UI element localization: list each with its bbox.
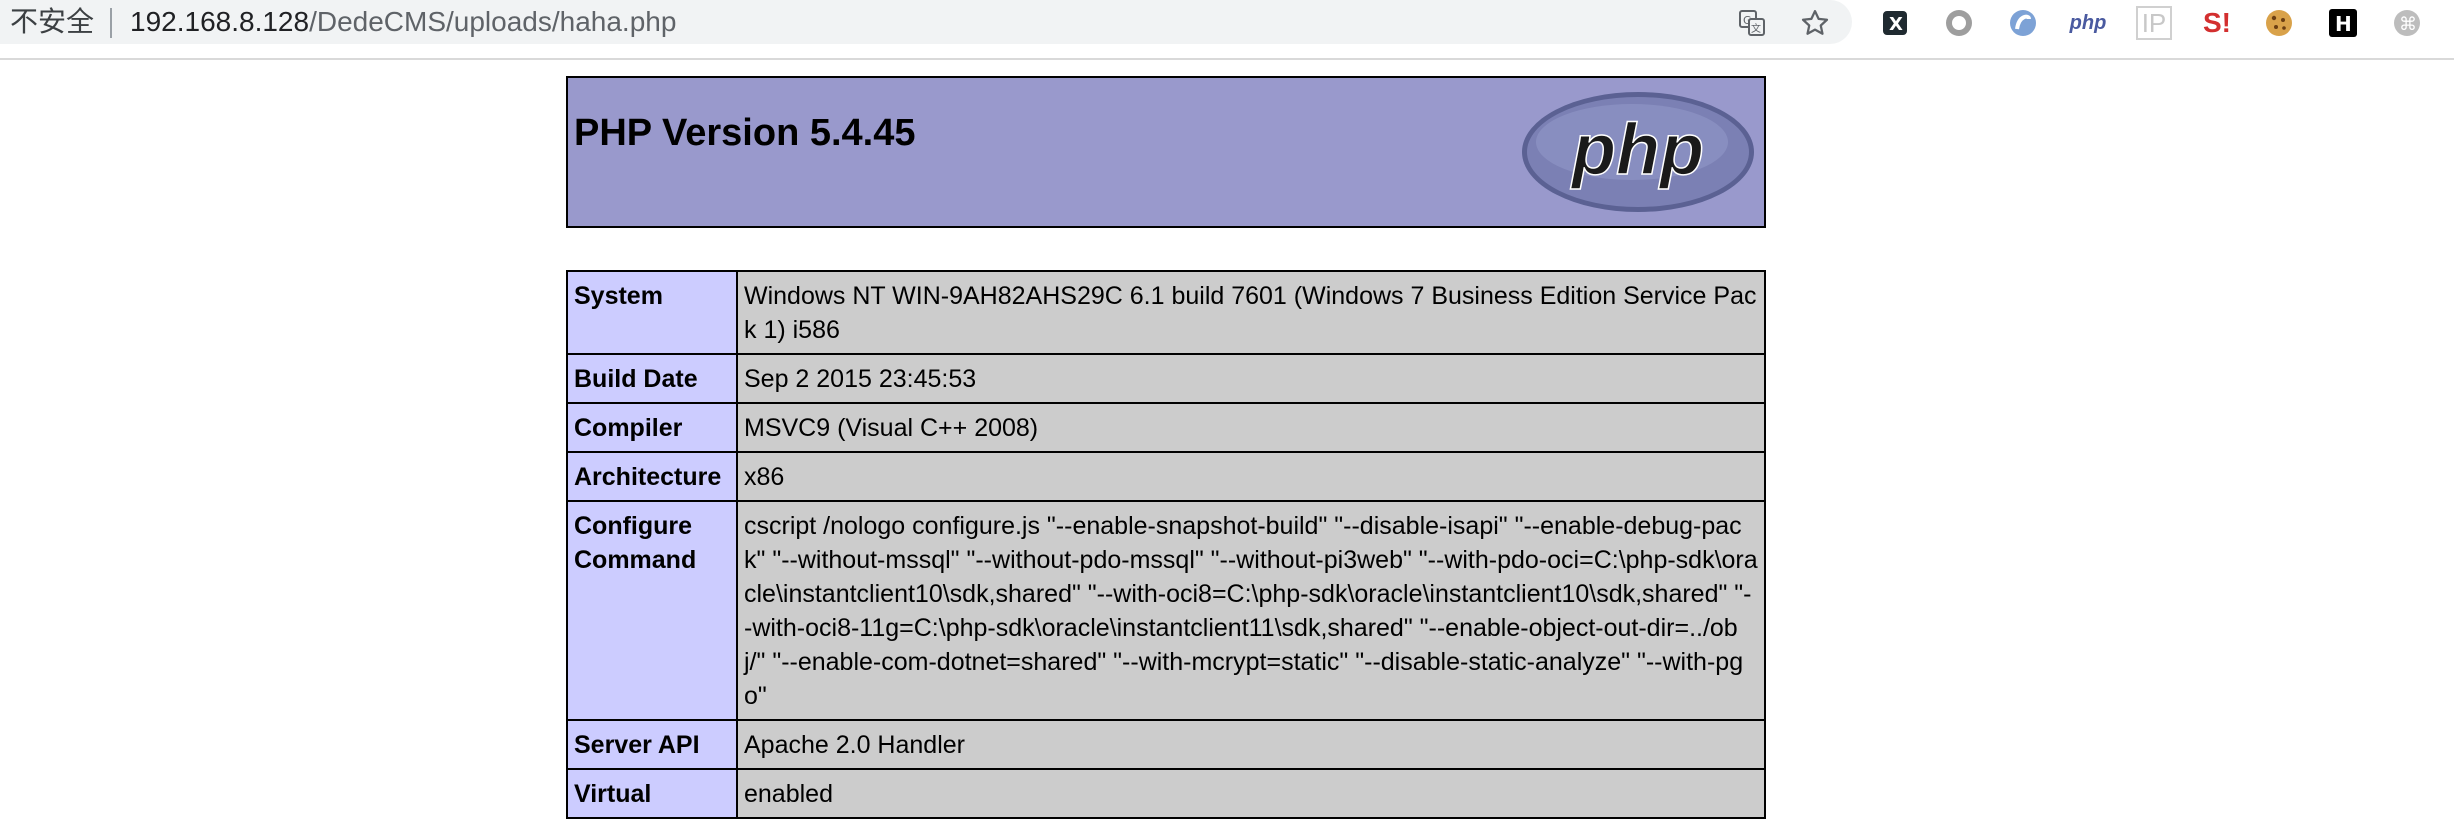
url-path: /DedeCMS/uploads/haha.php [309,6,677,37]
bookmark-star-icon[interactable] [1798,6,1832,40]
table-row: System Windows NT WIN-9AH82AHS29C 6.1 bui… [566,270,1766,355]
table-row: Compiler MSVC9 (Visual C++ 2008) [566,402,1766,453]
row-value: Windows NT WIN-9AH82AHS29C 6.1 build 760… [736,270,1766,355]
row-value: Apache 2.0 Handler [736,719,1766,770]
url-host: 192.168.8.128 [130,6,310,37]
table-row: Server API Apache 2.0 Handler [566,719,1766,770]
url-text[interactable]: 192.168.8.128/DedeCMS/uploads/haha.php [130,5,676,39]
table-row: Build Date Sep 2 2015 23:45:53 [566,353,1766,404]
php-logo[interactable]: php [1520,90,1756,214]
svg-text:X: X [1889,14,1903,35]
row-value: enabled [736,768,1766,819]
php-extension-icon[interactable]: php [2068,6,2108,40]
h-extension-icon[interactable]: H [2326,6,2360,40]
row-label: Server API [566,719,738,770]
ip-extension-icon[interactable]: IP [2136,6,2172,40]
row-label: Configure Command [566,500,738,721]
x-extension-icon[interactable]: X [1878,6,1912,40]
row-value: MSVC9 (Visual C++ 2008) [736,402,1766,453]
row-label: Compiler [566,402,738,453]
php-logo-text: php [1570,110,1704,190]
row-label: Architecture [566,451,738,502]
row-value: Sep 2 2015 23:45:53 [736,353,1766,404]
svg-text:文: 文 [1751,22,1761,35]
row-label: System [566,270,738,355]
cookie-extension-icon[interactable] [2262,6,2296,40]
translate-icon[interactable]: G 文 [1735,6,1769,40]
table-row: Configure Command cscript /nologo configu… [566,500,1766,721]
php-info-table: System Windows NT WIN-9AH82AHS29C 6.1 bui… [566,270,1766,819]
row-value: cscript /nologo configure.js "--enable-s… [736,500,1766,721]
address-bar[interactable]: 不安全 192.168.8.128/DedeCMS/uploads/haha.p… [0,0,1852,44]
svg-text:H: H [2335,12,2352,36]
row-label: Virtual [566,768,738,819]
cmd-extension-icon[interactable]: ⌘ [2390,6,2424,40]
address-separator [110,8,112,38]
svg-text:⌘: ⌘ [2399,14,2417,35]
php-version-header: PHP Version 5.4.45 php [566,76,1766,228]
circle-extension-icon[interactable] [1942,6,1976,40]
php-info-rows: System Windows NT WIN-9AH82AHS29C 6.1 bui… [566,270,1766,819]
swirl-extension-icon[interactable] [2006,6,2040,40]
table-row: Architecture x86 [566,451,1766,502]
table-row: Virtual enabled [566,768,1766,819]
s-extension-icon[interactable]: S! [2200,6,2234,40]
row-value: x86 [736,451,1766,502]
security-indicator[interactable]: 不安全 [10,5,94,39]
row-label: Build Date [566,353,738,404]
page-title: PHP Version 5.4.45 [574,112,916,154]
browser-toolbar: 不安全 192.168.8.128/DedeCMS/uploads/haha.p… [0,0,2454,60]
